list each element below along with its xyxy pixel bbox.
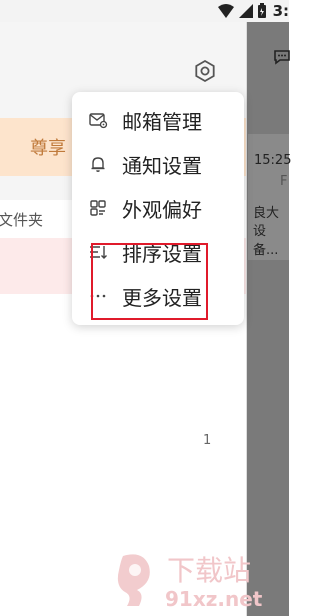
status-icons: 3: [217, 2, 289, 20]
menu-item-label: 外观偏好 [122, 197, 202, 222]
bell-icon [88, 154, 108, 174]
mail-list-item[interactable]: 15:25 F 良大 设备... [248, 134, 292, 260]
mail-list-overlay[interactable]: 15:25 F 良大 设备... [247, 22, 292, 616]
status-time: 3: [272, 2, 289, 20]
watermark-logo: 下载站 91xz.net [117, 554, 263, 611]
battery-icon [257, 3, 266, 18]
mail-preview-line2: 设备... [253, 224, 279, 258]
menu-item-label: 通知设置 [122, 153, 202, 178]
mail-sender-initial: F [280, 174, 288, 189]
menu-item-label: 邮箱管理 [122, 109, 202, 134]
mailbox-settings-icon [88, 110, 108, 130]
status-bar: 3: [0, 0, 289, 22]
menu-item-notification-settings[interactable]: 通知设置 [72, 142, 244, 186]
settings-gear-icon[interactable] [193, 59, 217, 83]
watermark-brand-text: 下载站 [167, 554, 251, 587]
mail-time: 15:25 [254, 153, 292, 168]
watermark-domain-text: 91xz.net [165, 587, 263, 611]
highlight-annotation-box [91, 243, 208, 320]
wifi-icon [217, 4, 234, 18]
signal-icon [238, 4, 253, 18]
message-icon[interactable] [273, 49, 291, 65]
menu-item-appearance[interactable]: 外观偏好 [72, 186, 244, 230]
folder-count: 1 [203, 433, 212, 448]
menu-item-mailbox-management[interactable]: 邮箱管理 [72, 98, 244, 142]
appearance-grid-icon [88, 198, 108, 218]
mail-preview-line1: 良大 [253, 206, 280, 221]
vip-banner-text: 尊享 [30, 138, 66, 159]
folder-label: 文件夹 [0, 211, 44, 229]
watermark-brand-mark [117, 554, 150, 606]
